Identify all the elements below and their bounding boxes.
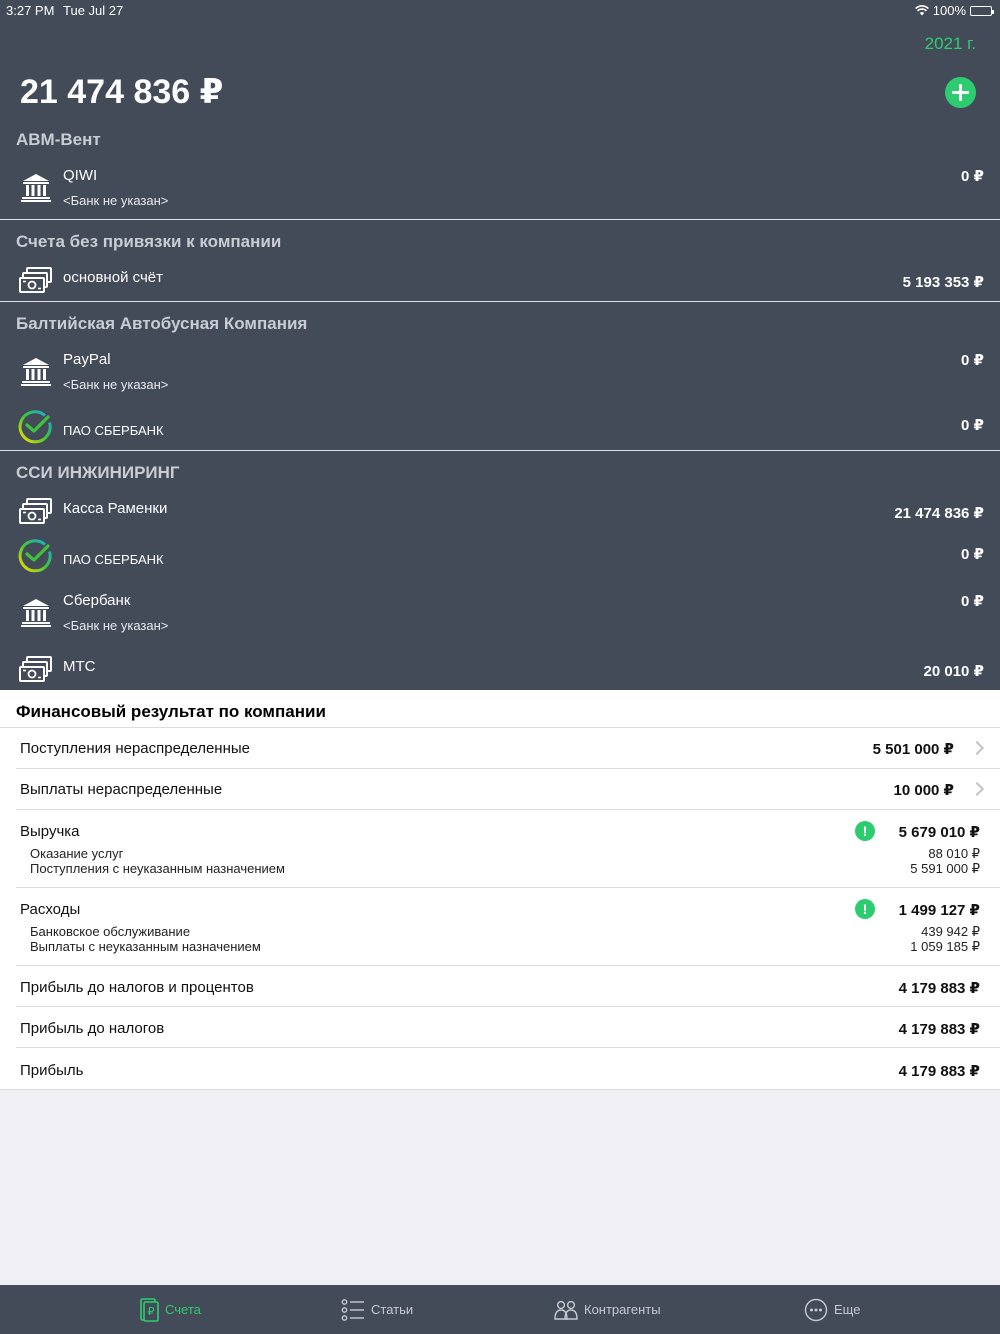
fin-subitem-amount: 88 010 ₽: [928, 846, 980, 861]
tab-label: Статьи: [371, 1302, 414, 1317]
account-name: основной счёт: [63, 269, 163, 286]
status-time: 3:27 PM: [6, 3, 55, 18]
fin-row-amount: 5 501 000 ₽: [872, 741, 954, 758]
account-amount: 5 193 353 ₽: [902, 274, 984, 291]
divider: [0, 301, 1000, 302]
financial-result-panel: Финансовый результат по компании Поступл…: [0, 690, 1000, 1090]
divider: [0, 727, 1000, 728]
tab-accounts[interactable]: ₽ Счета: [139, 1285, 201, 1334]
fin-subitem-label: Банковское обслуживание: [30, 924, 191, 939]
fin-row-amount: 4 179 883 ₽: [898, 980, 980, 997]
tab-label: Контрагенты: [584, 1302, 661, 1317]
tab-label: Еще: [834, 1302, 861, 1317]
people-icon: [554, 1300, 578, 1320]
account-name: PayPal: [63, 351, 111, 368]
account-name: ПАО СБЕРБАНК: [63, 423, 164, 438]
account-amount: 0 ₽: [961, 417, 984, 434]
fin-row-label: Выручка: [20, 823, 80, 840]
fin-row-label: Прибыль до налогов: [20, 1020, 165, 1037]
group-title: АВМ-Вент: [16, 130, 101, 149]
add-account-button[interactable]: [945, 77, 976, 108]
sberbank-logo-icon: [18, 539, 52, 573]
fin-subitem-label: Оказание услуг: [30, 846, 124, 861]
divider: [16, 1047, 1000, 1048]
status-bar: 3:27 PM Tue Jul 27 100%: [0, 0, 1000, 20]
list-icon: [341, 1298, 364, 1321]
more-icon: [804, 1298, 828, 1321]
fin-row-label: Прибыль: [20, 1062, 84, 1079]
chevron-right-icon: [969, 740, 985, 756]
fin-row-amount: 1 499 127 ₽: [898, 902, 980, 919]
account-amount: 0 ₽: [961, 168, 984, 185]
fin-subitem-amount: 439 942 ₽: [921, 924, 980, 939]
bank-icon: [21, 174, 51, 202]
fin-row-amount: 5 679 010 ₽: [898, 824, 980, 841]
fin-subitem-amount: 1 059 185 ₽: [910, 939, 980, 954]
tab-articles[interactable]: Статьи: [341, 1285, 413, 1334]
total-balance: 21 474 836 ₽: [20, 73, 224, 111]
account-bank: <Банк не указан>: [63, 377, 169, 392]
group-title: Балтийская Автобусная Компания: [16, 314, 308, 333]
account-bank: <Банк не указан>: [63, 193, 169, 208]
divider: [16, 1006, 1000, 1007]
account-name: ПАО СБЕРБАНК: [63, 552, 164, 567]
fin-row-label: Расходы: [20, 901, 81, 918]
account-name: МТС: [63, 658, 96, 675]
year-selector[interactable]: 2021 г.: [925, 34, 976, 54]
divider: [16, 965, 1000, 966]
divider: [0, 450, 1000, 451]
accounts-icon: ₽: [140, 1297, 159, 1322]
status-date: Tue Jul 27: [63, 3, 124, 18]
chevron-right-icon: [969, 781, 985, 797]
account-amount: 0 ₽: [961, 546, 984, 563]
cash-icon: [19, 267, 52, 293]
fin-row-label: Поступления нераспределенные: [20, 740, 251, 757]
bank-icon: [21, 358, 51, 386]
status-right: 100%: [914, 3, 994, 18]
fin-row-amount: 10 000 ₽: [893, 782, 954, 799]
tab-counterparties[interactable]: Контрагенты: [554, 1285, 661, 1334]
divider: [16, 887, 1000, 888]
financial-title: Финансовый результат по компании: [16, 702, 326, 721]
battery-icon: [970, 5, 994, 16]
sberbank-logo-icon: [18, 410, 52, 444]
account-amount: 0 ₽: [961, 593, 984, 610]
accounts-panel: 3:27 PM Tue Jul 27 100% 2021 г. 21 474 8…: [0, 0, 1000, 690]
divider: [16, 768, 1000, 769]
tab-label: Счета: [165, 1302, 201, 1317]
account-name: QIWI: [63, 167, 98, 184]
fin-row-label: Прибыль до налогов и процентов: [20, 979, 254, 996]
group-title: Счета без привязки к компании: [16, 232, 282, 251]
cash-icon: [19, 656, 52, 682]
fin-subitem-label: Выплаты с неуказанным назначением: [30, 939, 261, 954]
account-amount: 0 ₽: [961, 352, 984, 369]
fin-row-amount: 4 179 883 ₽: [898, 1063, 980, 1080]
fin-row-label: Выплаты нераспределенные: [20, 781, 223, 798]
battery-percent: 100%: [932, 3, 966, 18]
wifi-icon: [914, 5, 929, 16]
svg-text:₽: ₽: [148, 1305, 155, 1318]
account-amount: 20 010 ₽: [923, 663, 984, 680]
account-name: Касса Раменки: [63, 500, 168, 517]
fin-subitem-label: Поступления с неуказанным назначением: [30, 861, 285, 876]
account-amount: 21 474 836 ₽: [894, 505, 984, 522]
tab-bar: ₽ Счета Статьи Контрагенты Еще: [0, 1285, 1000, 1334]
bank-icon: [21, 599, 51, 627]
group-title: ССИ ИНЖИНИРИНГ: [16, 463, 180, 482]
divider: [0, 1089, 1000, 1090]
warning-icon[interactable]: !: [855, 899, 875, 919]
divider: [0, 219, 1000, 220]
account-name: Сбербанк: [63, 592, 131, 609]
divider: [16, 809, 1000, 810]
tab-more[interactable]: Еще: [804, 1285, 860, 1334]
fin-subitem-amount: 5 591 000 ₽: [910, 861, 980, 876]
warning-icon[interactable]: !: [855, 821, 875, 841]
cash-icon: [19, 498, 52, 524]
fin-row-amount: 4 179 883 ₽: [898, 1021, 980, 1038]
account-bank: <Банк не указан>: [63, 618, 169, 633]
